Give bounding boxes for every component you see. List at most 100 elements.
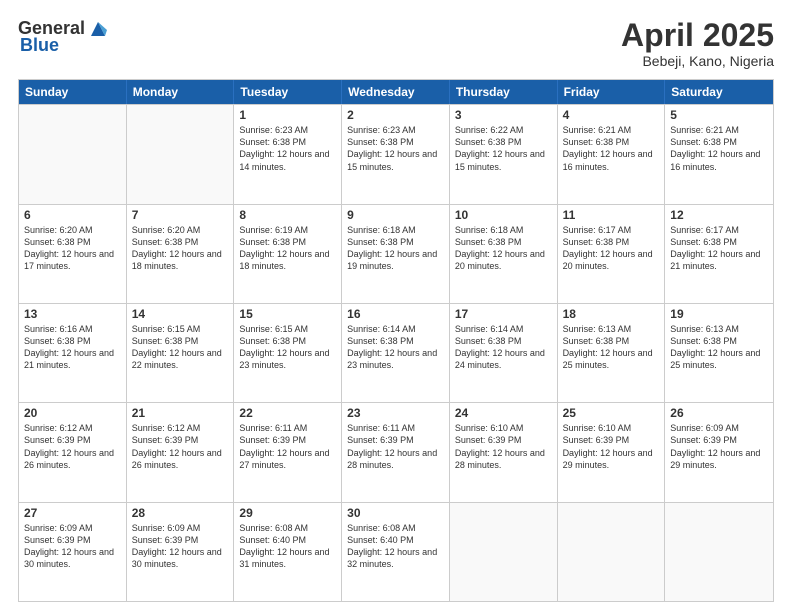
day-info: Sunrise: 6:22 AM Sunset: 6:38 PM Dayligh… [455, 124, 552, 173]
day-info: Sunrise: 6:20 AM Sunset: 6:38 PM Dayligh… [24, 224, 121, 273]
day-info: Sunrise: 6:21 AM Sunset: 6:38 PM Dayligh… [670, 124, 768, 173]
day-number: 2 [347, 108, 444, 122]
day-number: 8 [239, 208, 336, 222]
day-number: 20 [24, 406, 121, 420]
day-info: Sunrise: 6:18 AM Sunset: 6:38 PM Dayligh… [455, 224, 552, 273]
calendar-cell [558, 503, 666, 601]
day-number: 24 [455, 406, 552, 420]
month-title: April 2025 [621, 18, 774, 53]
calendar-cell [665, 503, 773, 601]
calendar-cell: 26Sunrise: 6:09 AM Sunset: 6:39 PM Dayli… [665, 403, 773, 501]
day-info: Sunrise: 6:14 AM Sunset: 6:38 PM Dayligh… [455, 323, 552, 372]
calendar: SundayMondayTuesdayWednesdayThursdayFrid… [18, 79, 774, 602]
day-number: 28 [132, 506, 229, 520]
day-number: 17 [455, 307, 552, 321]
calendar-cell: 16 Sunrise: 6:14 AM Sunset: 6:38 PM Dayli… [342, 304, 450, 402]
day-info: Sunrise: 6:19 AM Sunset: 6:38 PM Dayligh… [239, 224, 336, 273]
calendar-cell: 15Sunrise: 6:15 AM Sunset: 6:38 PM Dayli… [234, 304, 342, 402]
day-info: Sunrise: 6:10 AM Sunset: 6:39 PM Dayligh… [563, 422, 660, 471]
calendar-cell: 12Sunrise: 6:17 AM Sunset: 6:38 PM Dayli… [665, 205, 773, 303]
day-number: 1 [239, 108, 336, 122]
header-day-saturday: Saturday [665, 80, 773, 104]
day-info: Sunrise: 6:09 AM Sunset: 6:39 PM Dayligh… [132, 522, 229, 571]
day-number: 18 [563, 307, 660, 321]
calendar-cell: 5Sunrise: 6:21 AM Sunset: 6:38 PM Daylig… [665, 105, 773, 203]
day-info: Sunrise: 6:10 AM Sunset: 6:39 PM Dayligh… [455, 422, 552, 471]
calendar-cell: 24 Sunrise: 6:10 AM Sunset: 6:39 PM Dayli… [450, 403, 558, 501]
day-info: Sunrise: 6:18 AM Sunset: 6:38 PM Dayligh… [347, 224, 444, 273]
calendar-cell: 8 Sunrise: 6:19 AM Sunset: 6:38 PM Daylig… [234, 205, 342, 303]
day-number: 3 [455, 108, 552, 122]
day-number: 30 [347, 506, 444, 520]
calendar-body: 1 Sunrise: 6:23 AM Sunset: 6:38 PM Daylig… [19, 104, 773, 601]
calendar-header: SundayMondayTuesdayWednesdayThursdayFrid… [19, 80, 773, 104]
logo-blue: Blue [20, 35, 59, 56]
calendar-cell: 25Sunrise: 6:10 AM Sunset: 6:39 PM Dayli… [558, 403, 666, 501]
calendar-cell: 14Sunrise: 6:15 AM Sunset: 6:38 PM Dayli… [127, 304, 235, 402]
day-number: 11 [563, 208, 660, 222]
calendar-cell: 17 Sunrise: 6:14 AM Sunset: 6:38 PM Dayli… [450, 304, 558, 402]
calendar-cell: 18 Sunrise: 6:13 AM Sunset: 6:38 PM Dayli… [558, 304, 666, 402]
calendar-cell [127, 105, 235, 203]
calendar-cell: 22 Sunrise: 6:11 AM Sunset: 6:39 PM Dayli… [234, 403, 342, 501]
day-number: 26 [670, 406, 768, 420]
day-number: 27 [24, 506, 121, 520]
header: General Blue April 2025 Bebeji, Kano, Ni… [18, 18, 774, 69]
day-number: 6 [24, 208, 121, 222]
day-number: 13 [24, 307, 121, 321]
calendar-week-5: 27 Sunrise: 6:09 AM Sunset: 6:39 PM Dayli… [19, 502, 773, 601]
day-number: 4 [563, 108, 660, 122]
calendar-cell [19, 105, 127, 203]
calendar-week-4: 20 Sunrise: 6:12 AM Sunset: 6:39 PM Dayli… [19, 402, 773, 501]
calendar-cell: 3 Sunrise: 6:22 AM Sunset: 6:38 PM Daylig… [450, 105, 558, 203]
header-day-thursday: Thursday [450, 80, 558, 104]
day-info: Sunrise: 6:17 AM Sunset: 6:38 PM Dayligh… [563, 224, 660, 273]
day-info: Sunrise: 6:14 AM Sunset: 6:38 PM Dayligh… [347, 323, 444, 372]
calendar-cell: 27 Sunrise: 6:09 AM Sunset: 6:39 PM Dayli… [19, 503, 127, 601]
calendar-cell: 6 Sunrise: 6:20 AM Sunset: 6:38 PM Daylig… [19, 205, 127, 303]
calendar-cell: 30 Sunrise: 6:08 AM Sunset: 6:40 PM Dayli… [342, 503, 450, 601]
day-info: Sunrise: 6:23 AM Sunset: 6:38 PM Dayligh… [239, 124, 336, 173]
day-info: Sunrise: 6:13 AM Sunset: 6:38 PM Dayligh… [563, 323, 660, 372]
logo-icon [87, 18, 109, 38]
calendar-cell: 1 Sunrise: 6:23 AM Sunset: 6:38 PM Daylig… [234, 105, 342, 203]
day-number: 9 [347, 208, 444, 222]
calendar-week-3: 13Sunrise: 6:16 AM Sunset: 6:38 PM Dayli… [19, 303, 773, 402]
calendar-week-2: 6 Sunrise: 6:20 AM Sunset: 6:38 PM Daylig… [19, 204, 773, 303]
calendar-cell: 23Sunrise: 6:11 AM Sunset: 6:39 PM Dayli… [342, 403, 450, 501]
page: General Blue April 2025 Bebeji, Kano, Ni… [0, 0, 792, 612]
header-day-monday: Monday [127, 80, 235, 104]
calendar-week-1: 1 Sunrise: 6:23 AM Sunset: 6:38 PM Daylig… [19, 104, 773, 203]
calendar-cell: 21Sunrise: 6:12 AM Sunset: 6:39 PM Dayli… [127, 403, 235, 501]
day-info: Sunrise: 6:21 AM Sunset: 6:38 PM Dayligh… [563, 124, 660, 173]
logo: General Blue [18, 18, 109, 56]
calendar-cell: 28 Sunrise: 6:09 AM Sunset: 6:39 PM Dayli… [127, 503, 235, 601]
calendar-cell: 11 Sunrise: 6:17 AM Sunset: 6:38 PM Dayli… [558, 205, 666, 303]
calendar-cell: 9 Sunrise: 6:18 AM Sunset: 6:38 PM Daylig… [342, 205, 450, 303]
calendar-cell: 29Sunrise: 6:08 AM Sunset: 6:40 PM Dayli… [234, 503, 342, 601]
day-info: Sunrise: 6:09 AM Sunset: 6:39 PM Dayligh… [24, 522, 121, 571]
header-day-tuesday: Tuesday [234, 80, 342, 104]
day-info: Sunrise: 6:12 AM Sunset: 6:39 PM Dayligh… [132, 422, 229, 471]
calendar-cell: 19Sunrise: 6:13 AM Sunset: 6:38 PM Dayli… [665, 304, 773, 402]
day-number: 23 [347, 406, 444, 420]
header-day-sunday: Sunday [19, 80, 127, 104]
calendar-cell: 7 Sunrise: 6:20 AM Sunset: 6:38 PM Daylig… [127, 205, 235, 303]
calendar-cell: 4 Sunrise: 6:21 AM Sunset: 6:38 PM Daylig… [558, 105, 666, 203]
day-info: Sunrise: 6:15 AM Sunset: 6:38 PM Dayligh… [132, 323, 229, 372]
day-info: Sunrise: 6:15 AM Sunset: 6:38 PM Dayligh… [239, 323, 336, 372]
day-number: 16 [347, 307, 444, 321]
day-info: Sunrise: 6:08 AM Sunset: 6:40 PM Dayligh… [347, 522, 444, 571]
day-number: 22 [239, 406, 336, 420]
header-day-wednesday: Wednesday [342, 80, 450, 104]
day-number: 10 [455, 208, 552, 222]
header-day-friday: Friday [558, 80, 666, 104]
calendar-cell: 10 Sunrise: 6:18 AM Sunset: 6:38 PM Dayli… [450, 205, 558, 303]
day-info: Sunrise: 6:20 AM Sunset: 6:38 PM Dayligh… [132, 224, 229, 273]
calendar-cell: 2Sunrise: 6:23 AM Sunset: 6:38 PM Daylig… [342, 105, 450, 203]
day-info: Sunrise: 6:11 AM Sunset: 6:39 PM Dayligh… [239, 422, 336, 471]
day-info: Sunrise: 6:12 AM Sunset: 6:39 PM Dayligh… [24, 422, 121, 471]
day-number: 7 [132, 208, 229, 222]
calendar-cell: 20 Sunrise: 6:12 AM Sunset: 6:39 PM Dayli… [19, 403, 127, 501]
day-number: 29 [239, 506, 336, 520]
